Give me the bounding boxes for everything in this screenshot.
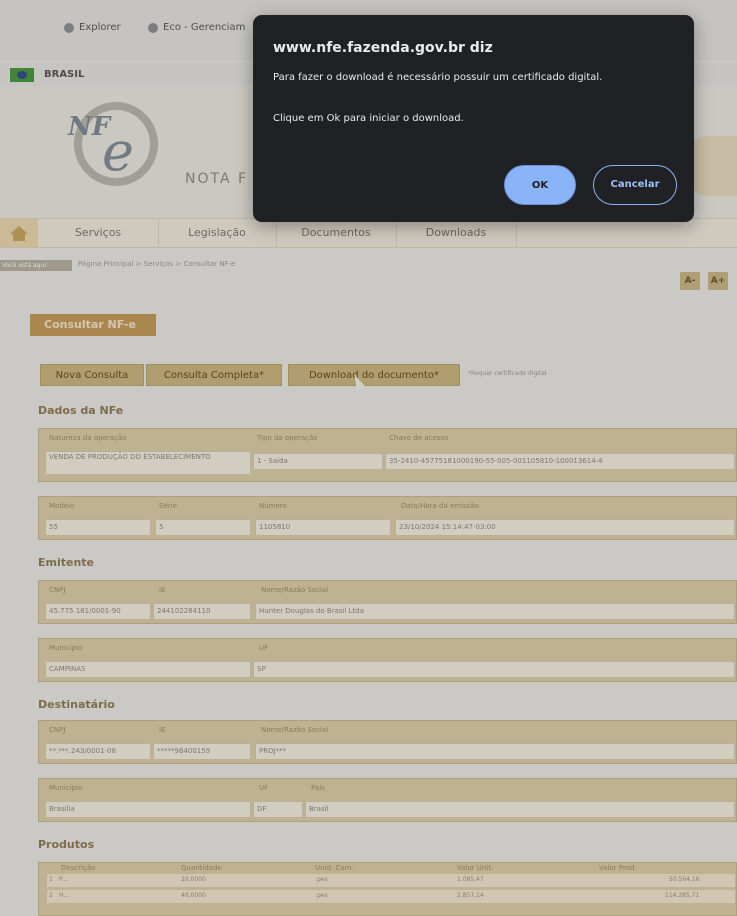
col-unid: Unid. Com. [315, 864, 354, 872]
dialog-message: Para fazer o download é necessário possu… [273, 72, 603, 83]
modelo-field: 55 [45, 519, 151, 536]
main-nav: Serviços Legislação Documentos Downloads [0, 218, 737, 248]
font-decrease-button[interactable]: A- [680, 272, 700, 290]
destinatario-heading: Destinatário [38, 698, 115, 711]
download-documento-button[interactable]: Download do documento* [288, 364, 460, 386]
emitente-municipio-field: CAMPINAS [45, 661, 251, 678]
natureza-label: Natureza da operação [49, 434, 127, 442]
table-row[interactable]: 1 P... 20,0000 pes 1.085,47 50.564,16 [47, 874, 735, 887]
destinatario-ie-field: *****96400159 [153, 743, 251, 760]
data-field: 23/10/2024 15:14:47-03:00 [395, 519, 735, 536]
destinatario-pais-label: País [311, 784, 325, 792]
font-increase-button[interactable]: A+ [708, 272, 728, 290]
dialog-message-2: Clique em Ok para iniciar o download. [273, 113, 464, 124]
nova-consulta-button[interactable]: Nova Consulta [40, 364, 144, 386]
col-valor-prod: Valor Prod. [599, 864, 637, 872]
globe-icon [64, 22, 74, 33]
destinatario-uf-field: DF [253, 801, 303, 818]
emitente-grid-2: Município CAMPINAS UF SP [38, 638, 737, 682]
dados-heading: Dados da NFe [38, 404, 124, 417]
serie-field: 5 [155, 519, 251, 536]
col-valor-unit: Valor Unit. [457, 864, 494, 872]
home-icon[interactable] [0, 219, 38, 247]
nav-item-legislacao[interactable]: Legislação [158, 219, 277, 247]
modelo-label: Modelo [49, 502, 75, 510]
table-row[interactable]: 2 H... 40,0000 pes 2.857,14 114.285,71 [47, 890, 735, 903]
banner-nota-text: NOTA F [185, 171, 249, 187]
numero-field: 1105810 [255, 519, 391, 536]
chave-field: 35-2410-45775181000190-55-005-001105810-… [385, 453, 735, 470]
ok-button[interactable]: OK [504, 165, 576, 205]
emitente-cnpj-field: 45.775.181/0001-90 [45, 603, 151, 620]
download-alert-dialog: www.nfe.fazenda.gov.br diz Para fazer o … [253, 15, 694, 222]
destinatario-municipio-label: Município [49, 784, 83, 792]
row-number: 1 [49, 876, 53, 883]
natureza-field: VENDA DE PRODUÇÃO DO ESTABELECIMENTO [45, 451, 251, 475]
row-unid: pes [317, 892, 328, 899]
brazil-flag-icon [10, 68, 34, 82]
produtos-table: Descrição Quantidade Unid. Com. Valor Un… [38, 862, 737, 916]
row-quantidade: 20,0000 [181, 876, 206, 883]
chave-label: Chave de acesso [389, 434, 449, 442]
tipo-field: 1 - Saída [253, 453, 383, 470]
favorite-explorer[interactable]: Explorer [64, 22, 121, 33]
cancel-button[interactable]: Cancelar [593, 165, 677, 205]
certificate-note: *Requer certificado digital [468, 370, 547, 377]
emitente-uf-field: SP [253, 661, 735, 678]
numero-label: Número [259, 502, 287, 510]
destinatario-cnpj-label: CNPJ [49, 726, 66, 734]
globe-icon [148, 22, 158, 33]
emitente-municipio-label: Município [49, 644, 83, 652]
page-title: Consultar NF-e [30, 314, 156, 336]
emitente-nome-field: Hunter Douglas do Brasil Ltda [255, 603, 735, 620]
browser-page: Explorer Eco - Gerenciam BRASIL NF e NOT… [0, 0, 737, 916]
emitente-ie-label: IE [159, 586, 166, 594]
destinatario-uf-label: UF [259, 784, 269, 792]
nav-item-servicos[interactable]: Serviços [38, 219, 159, 247]
destinatario-cnpj-field: **.***.243/0001-08 [45, 743, 151, 760]
dados-grid-2: Modelo 55 Série 5 Número 1105810 Data/Ho… [38, 496, 737, 540]
col-descricao: Descrição [61, 864, 96, 872]
destinatario-municipio-field: Brasília [45, 801, 251, 818]
data-label: Data/Hora da emissão [401, 502, 479, 510]
breadcrumb-tag: Você está aqui: [0, 260, 72, 271]
nav-item-downloads[interactable]: Downloads [396, 219, 517, 247]
emitente-heading: Emitente [38, 556, 95, 569]
destinatario-grid-2: Município Brasília UF DF País Brasil [38, 778, 737, 822]
row-valor-prod: 50.564,16 [669, 876, 700, 883]
nav-item-documentos[interactable]: Documentos [276, 219, 397, 247]
serie-label: Série [159, 502, 177, 510]
row-valor-prod: 114.285,71 [665, 892, 700, 899]
produtos-heading: Produtos [38, 838, 95, 851]
row-descricao: H... [59, 892, 70, 899]
tipo-label: Tipo da operação [257, 434, 318, 442]
row-unid: pes [317, 876, 328, 883]
col-quantidade: Quantidade [181, 864, 222, 872]
row-valor-unit: 2.857,14 [457, 892, 484, 899]
destinatario-pais-field: Brasil [305, 801, 735, 818]
favorite-label: Eco - Gerenciam [163, 22, 246, 33]
emitente-uf-label: UF [259, 644, 269, 652]
destinatario-grid: CNPJ **.***.243/0001-08 IE *****96400159… [38, 720, 737, 764]
breadcrumb: Página Principal > Serviços > Consultar … [78, 260, 236, 268]
row-descricao: P... [59, 876, 68, 883]
destinatario-nome-label: Nome/Razão Social [261, 726, 329, 734]
row-valor-unit: 1.085,47 [457, 876, 484, 883]
emitente-ie-field: 244102284110 [153, 603, 251, 620]
row-number: 2 [49, 892, 53, 899]
dados-grid: Natureza da operação VENDA DE PRODUÇÃO D… [38, 428, 737, 482]
favorite-label: Explorer [79, 22, 121, 33]
favorite-eco[interactable]: Eco - Gerenciam [148, 22, 245, 33]
emitente-nome-label: Nome/Razão Social [261, 586, 329, 594]
dialog-title: www.nfe.fazenda.gov.br diz [273, 40, 493, 56]
row-quantidade: 40,0000 [181, 892, 206, 899]
emitente-cnpj-label: CNPJ [49, 586, 66, 594]
emitente-grid: CNPJ 45.775.181/0001-90 IE 244102284110 … [38, 580, 737, 624]
destinatario-ie-label: IE [159, 726, 166, 734]
destinatario-nome-field: PROJ*** [255, 743, 735, 760]
gov-bar-country[interactable]: BRASIL [44, 69, 84, 80]
consulta-completa-button[interactable]: Consulta Completa* [146, 364, 282, 386]
nfe-logo[interactable]: NF e [50, 102, 170, 192]
